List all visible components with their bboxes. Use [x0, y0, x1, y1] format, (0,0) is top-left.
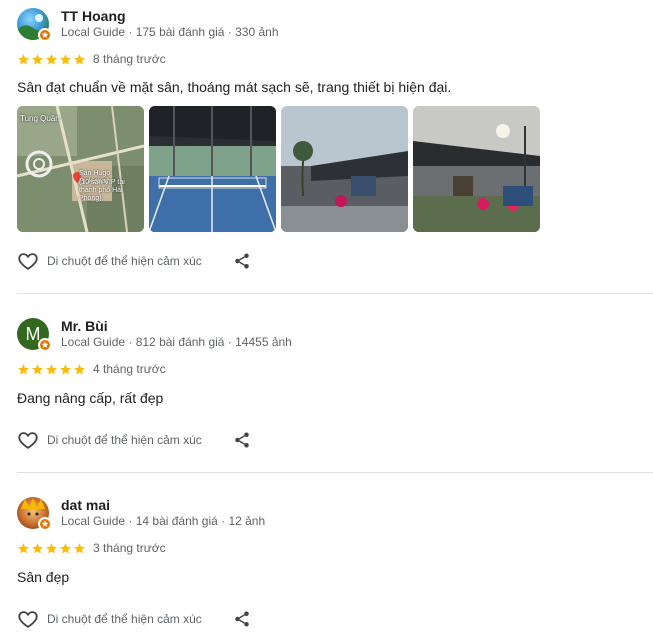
review-card: dat mai Local Guide · 14 bài đánh giá · …: [0, 0, 653, 644]
review-date: 3 tháng trước: [93, 541, 166, 555]
heart-icon[interactable]: [17, 608, 39, 630]
reviewer-meta: Local Guide · 14 bài đánh giá · 12 ảnh: [61, 514, 266, 528]
reviewer-name[interactable]: dat mai: [61, 497, 110, 513]
review-actions: Di chuột để thể hiện cảm xúc: [17, 608, 257, 630]
star-icon: [59, 542, 72, 555]
reaction-hint: Di chuột để thể hiện cảm xúc: [47, 612, 202, 626]
star-icon: [45, 542, 58, 555]
star-icon: [73, 542, 86, 555]
local-guide-badge-icon: [38, 517, 52, 531]
avatar[interactable]: [17, 497, 52, 531]
star-icon: [31, 542, 44, 555]
review-text: Sân đẹp: [17, 569, 70, 585]
star-rating: [17, 542, 86, 555]
share-icon[interactable]: [233, 610, 251, 628]
star-icon: [17, 542, 30, 555]
